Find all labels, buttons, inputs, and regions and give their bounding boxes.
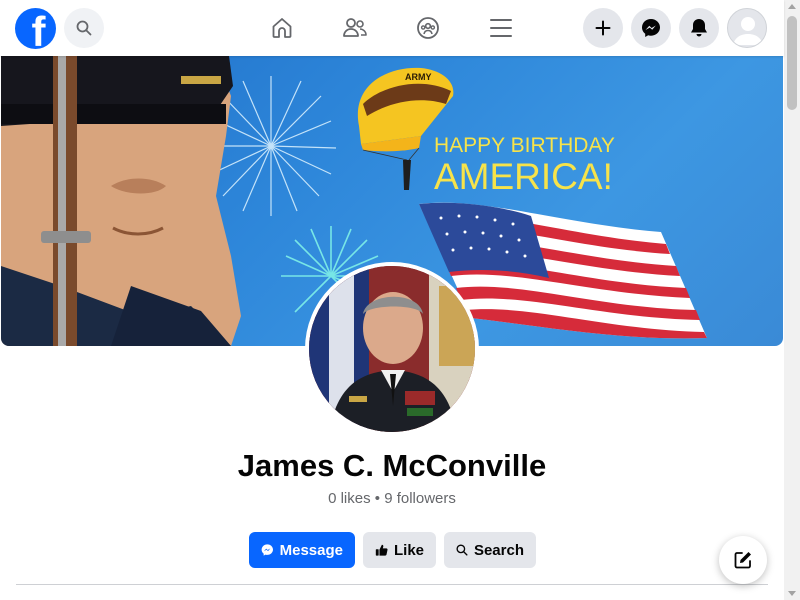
scroll-up-arrow-icon[interactable] — [788, 4, 796, 9]
scroll-down-arrow-icon[interactable] — [788, 591, 796, 596]
groups-icon — [417, 17, 439, 39]
thumbs-up-icon — [375, 544, 388, 556]
profile-name: James C. McConville — [237, 448, 547, 483]
top-navigation-bar: f — [0, 0, 784, 56]
bell-icon — [691, 19, 707, 37]
messenger-button[interactable] — [631, 8, 671, 48]
new-message-button[interactable] — [719, 536, 767, 584]
home-icon — [272, 18, 292, 38]
parachute-label: ARMY — [405, 72, 432, 82]
search-button-label: Search — [473, 541, 524, 559]
friends-icon — [343, 18, 367, 37]
menu-icon — [490, 19, 512, 37]
cover-line-1: HAPPY BIRTHDAY — [434, 134, 615, 157]
nav-groups[interactable] — [408, 12, 448, 44]
like-button-label: Like — [393, 541, 424, 559]
compose-icon — [734, 552, 751, 569]
facebook-logo[interactable]: f — [15, 8, 56, 49]
nav-friends[interactable] — [335, 12, 375, 44]
section-divider — [16, 584, 768, 585]
facebook-logo-letter: f — [31, 8, 46, 50]
nav-menu[interactable] — [481, 12, 521, 44]
plus-icon — [595, 20, 611, 36]
profile-stats: 0 likes • 9 followers — [328, 490, 456, 507]
profile-actions: Message Like Search — [249, 532, 536, 568]
notifications-button[interactable] — [679, 8, 719, 48]
profile-picture[interactable] — [305, 262, 479, 436]
profile-search-button[interactable]: Search — [444, 532, 536, 568]
message-button-label: Message — [279, 541, 343, 559]
page-scrollbar[interactable] — [784, 0, 800, 600]
message-button[interactable]: Message — [249, 532, 355, 568]
search-icon — [76, 20, 92, 36]
profile-portrait — [309, 266, 475, 432]
avatar-icon — [733, 17, 763, 45]
scrollbar-thumb[interactable] — [787, 16, 797, 110]
search-button[interactable] — [64, 8, 104, 48]
like-button[interactable]: Like — [363, 532, 436, 568]
messenger-icon — [261, 544, 273, 556]
soldier-figure — [1, 56, 241, 346]
nav-home[interactable] — [262, 12, 302, 44]
cover-line-2: AMERICA! — [434, 156, 613, 197]
profile-photo-image — [309, 266, 475, 432]
search-icon — [456, 544, 468, 556]
messenger-icon — [642, 19, 660, 37]
create-button[interactable] — [583, 8, 623, 48]
cover-greeting: HAPPY BIRTHDAY AMERICA! — [434, 135, 615, 197]
account-avatar-button[interactable] — [727, 8, 767, 48]
